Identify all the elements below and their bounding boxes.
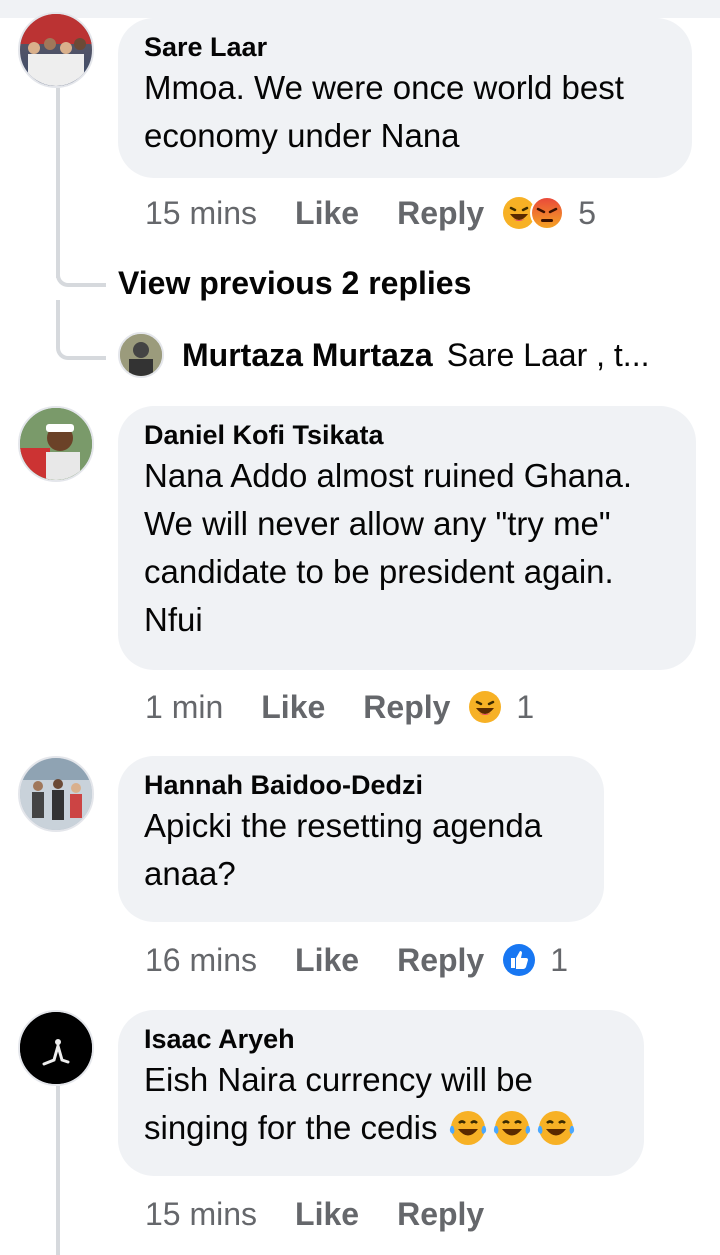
reaction-count[interactable]: 1 bbox=[516, 689, 534, 726]
comment-bubble[interactable]: Hannah Baidoo-Dedzi Apicki the resetting… bbox=[118, 756, 604, 922]
reaction-count[interactable]: 5 bbox=[578, 195, 596, 232]
comment-time[interactable]: 15 mins bbox=[145, 195, 257, 232]
comment-text-line: candidate to be president again. bbox=[144, 553, 614, 590]
like-button[interactable]: Like bbox=[295, 942, 359, 979]
comment-text-line: economy under Nana bbox=[144, 117, 460, 154]
comment-text-line-with-emoji: singing for the cedis bbox=[144, 1104, 618, 1152]
like-button[interactable]: Like bbox=[261, 689, 325, 726]
comment-bubble[interactable]: Daniel Kofi Tsikata Nana Addo almost rui… bbox=[118, 406, 696, 670]
avatar[interactable] bbox=[18, 1010, 94, 1086]
reply-button[interactable]: Reply bbox=[363, 689, 450, 726]
comment-text-line: anaa? bbox=[144, 855, 236, 892]
angry-icon bbox=[530, 196, 565, 230]
thread-line bbox=[56, 1086, 60, 1255]
comment-bubble[interactable]: Sare Laar Mmoa. We were once world best … bbox=[118, 18, 692, 178]
comment-text-line: Nana Addo almost ruined Ghana. bbox=[144, 457, 632, 494]
comment-text-line: We will never allow any "try me" bbox=[144, 505, 611, 542]
nested-preview-text: Sare Laar , t... bbox=[446, 336, 650, 373]
reaction-summary[interactable] bbox=[502, 196, 565, 230]
avatar[interactable] bbox=[18, 756, 94, 832]
avatar-photo bbox=[20, 408, 92, 480]
like-reaction-icon bbox=[503, 944, 536, 976]
comment-actions: 1 min Like Reply 1 bbox=[145, 684, 534, 730]
avatar-photo bbox=[20, 14, 92, 86]
reaction-summary[interactable] bbox=[468, 690, 502, 724]
avatar-photo bbox=[20, 758, 92, 830]
comment-text-line: singing for the cedis bbox=[144, 1109, 438, 1146]
nested-reply-preview[interactable]: Murtaza Murtaza Sare Laar , t... bbox=[118, 332, 649, 378]
tears-of-joy-icon bbox=[493, 1111, 530, 1145]
comment-bubble[interactable]: Isaac Aryeh Eish Naira currency will be … bbox=[118, 1010, 644, 1176]
thread-branch bbox=[56, 300, 106, 360]
reaction-summary[interactable] bbox=[502, 943, 536, 977]
thread-line bbox=[56, 88, 60, 278]
reply-button[interactable]: Reply bbox=[397, 1196, 484, 1233]
like-button[interactable]: Like bbox=[295, 1196, 359, 1233]
tears-of-joy-icon bbox=[449, 1111, 486, 1145]
comment-time[interactable]: 15 mins bbox=[145, 1196, 257, 1233]
comment-author[interactable]: Sare Laar bbox=[144, 30, 666, 64]
comment-author[interactable]: Hannah Baidoo-Dedzi bbox=[144, 768, 578, 802]
avatar-photo bbox=[120, 334, 162, 376]
tears-of-joy-icon bbox=[537, 1111, 574, 1145]
inline-emojis bbox=[448, 1108, 576, 1148]
comment-author[interactable]: Isaac Aryeh bbox=[144, 1022, 618, 1056]
comment-time[interactable]: 16 mins bbox=[145, 942, 257, 979]
avatar[interactable] bbox=[18, 406, 94, 482]
nested-author[interactable]: Murtaza Murtaza bbox=[182, 337, 433, 374]
comment-time[interactable]: 1 min bbox=[145, 689, 223, 726]
haha-icon bbox=[469, 691, 502, 723]
comment-text-line: Nfui bbox=[144, 601, 203, 638]
reply-button[interactable]: Reply bbox=[397, 942, 484, 979]
reply-button[interactable]: Reply bbox=[397, 195, 484, 232]
comment-actions: 15 mins Like Reply bbox=[145, 1191, 502, 1237]
top-divider bbox=[0, 0, 720, 18]
comment-text-line: Eish Naira currency will be bbox=[144, 1061, 533, 1098]
avatar-photo bbox=[20, 1012, 92, 1084]
comment-actions: 16 mins Like Reply 1 bbox=[145, 937, 568, 983]
reaction-count[interactable]: 1 bbox=[550, 942, 568, 979]
comment-actions: 15 mins Like Reply 5 bbox=[145, 190, 596, 236]
comment-text-line: Mmoa. We were once world best bbox=[144, 69, 624, 106]
comment-text-line: Apicki the resetting agenda bbox=[144, 807, 543, 844]
comment-author[interactable]: Daniel Kofi Tsikata bbox=[144, 418, 670, 452]
thread-branch bbox=[56, 255, 106, 287]
view-previous-replies[interactable]: View previous 2 replies bbox=[118, 265, 471, 302]
avatar[interactable] bbox=[118, 332, 164, 378]
like-button[interactable]: Like bbox=[295, 195, 359, 232]
avatar[interactable] bbox=[18, 12, 94, 88]
